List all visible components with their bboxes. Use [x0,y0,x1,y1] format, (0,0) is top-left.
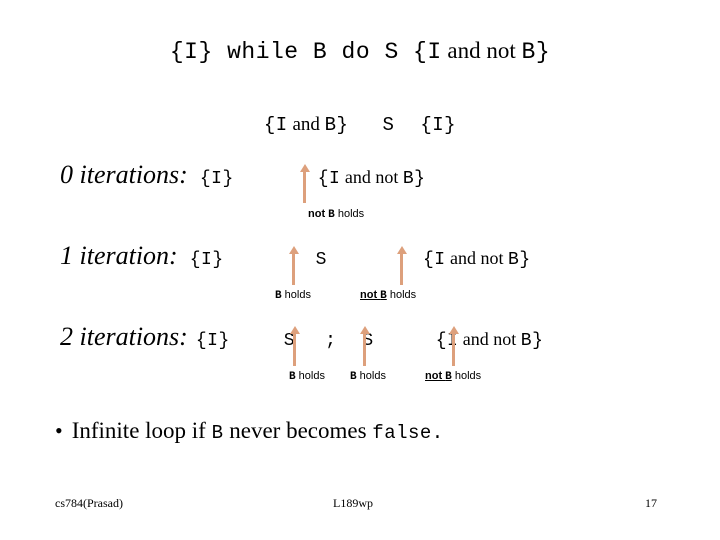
iteration-row-zero-postcondition-open: {I [317,169,341,189]
footer-course: cs784(Prasad) [55,496,123,510]
condition-annotation-row-zero-1: not B holds [308,208,364,221]
bullet-text-before: Infinite loop if [71,418,212,443]
iteration-row-zero-postcondition-connective: and not [340,167,403,187]
iteration-row-one-label: 1 iteration: [60,241,178,270]
iteration-row-zero-label: 0 iterations: [60,160,188,189]
iteration-row-two-label: 2 iterations: [60,322,188,351]
body-precondition-open: {I [263,114,288,136]
body-precondition-connective: and [287,114,325,135]
body-triple-line: {I and B} S {I} [0,114,720,136]
iteration-row-two-postcondition-connective: and not [458,329,521,349]
bullet-code-variable: B [211,422,224,444]
annotation-variable: B [289,371,296,383]
condition-annotation-row-one-2: not B holds [360,289,416,302]
iteration-row-one-precondition: {I} [189,250,224,270]
body-postcondition: {I} [420,114,457,136]
annotation-variable: B [275,290,282,302]
annotation-variable: B [445,371,452,383]
slide-canvas: {I} while B do S {I and not B} {I and B}… [0,0,720,540]
iteration-row-two-separator: ; [325,331,337,351]
top-loop-condition: B [312,39,328,65]
body-precondition-close: B} [324,114,349,136]
condition-arrow-row-one-2 [396,246,407,285]
condition-annotation-row-two-3: not B holds [425,370,481,383]
top-postcondition-open: {I [398,39,442,65]
condition-annotation-row-one-1: B holds [275,289,311,302]
iteration-row-one-postcondition-connective: and not [445,248,509,268]
annotation-word: holds [356,370,386,382]
condition-arrow-row-two-1 [289,326,300,366]
annotation-word: holds [334,208,365,220]
slide-footer: cs784(Prasad) L189wp 17 [0,496,720,514]
condition-arrow-row-two-2 [359,326,370,366]
iteration-row-zero-precondition: {I} [199,169,234,189]
annotation-negation: not [360,289,381,301]
iteration-row-two-postcondition-close: B} [520,331,544,351]
condition-arrow-row-zero-1 [299,164,310,203]
footer-lecture-id: L189wp [333,496,373,510]
annotation-word: holds [295,370,325,382]
annotation-variable: B [380,290,387,302]
annotation-negation: not [308,208,329,220]
condition-annotation-row-two-2: B holds [350,370,386,383]
annotation-variable: B [350,371,357,383]
annotation-negation: not [425,370,446,382]
top-specification-line: {I} while B do S {I and not B} [0,38,720,65]
iteration-row-zero: 0 iterations: {I} {I and not B} [60,160,425,190]
bullet-code-value: false. [372,422,444,444]
annotation-variable: B [328,209,335,221]
top-postcondition-connective: and not [441,38,522,63]
condition-arrow-row-two-3 [448,326,459,366]
infinite-loop-bullet: • Infinite loop if B never becomes false. [55,418,444,444]
annotation-word: holds [451,370,482,382]
bullet-text-middle: never becomes [223,418,373,443]
top-precondition: {I} [169,39,213,65]
iteration-row-zero-postcondition-close: B} [402,169,426,189]
top-postcondition-close: B} [521,39,551,65]
bullet-marker-icon: • [55,418,63,443]
footer-page-number: 17 [645,496,657,510]
condition-arrow-row-one-1 [288,246,299,285]
condition-annotation-row-two-1: B holds [289,370,325,383]
annotation-word: holds [386,289,417,301]
annotation-word: holds [281,289,311,301]
iteration-row-one-statement: S [315,250,327,270]
top-keyword-while: while [212,39,313,65]
iteration-row-two: 2 iterations: {I} S; S {I and not B} [60,322,543,352]
iteration-row-one-postcondition-open: {I [422,250,446,270]
top-keyword-do: do [327,39,385,65]
iteration-row-two-precondition: {I} [195,331,230,351]
body-statement: S [382,114,395,136]
top-loop-body: S [384,39,399,65]
iteration-row-one-postcondition-close: B} [508,250,531,270]
